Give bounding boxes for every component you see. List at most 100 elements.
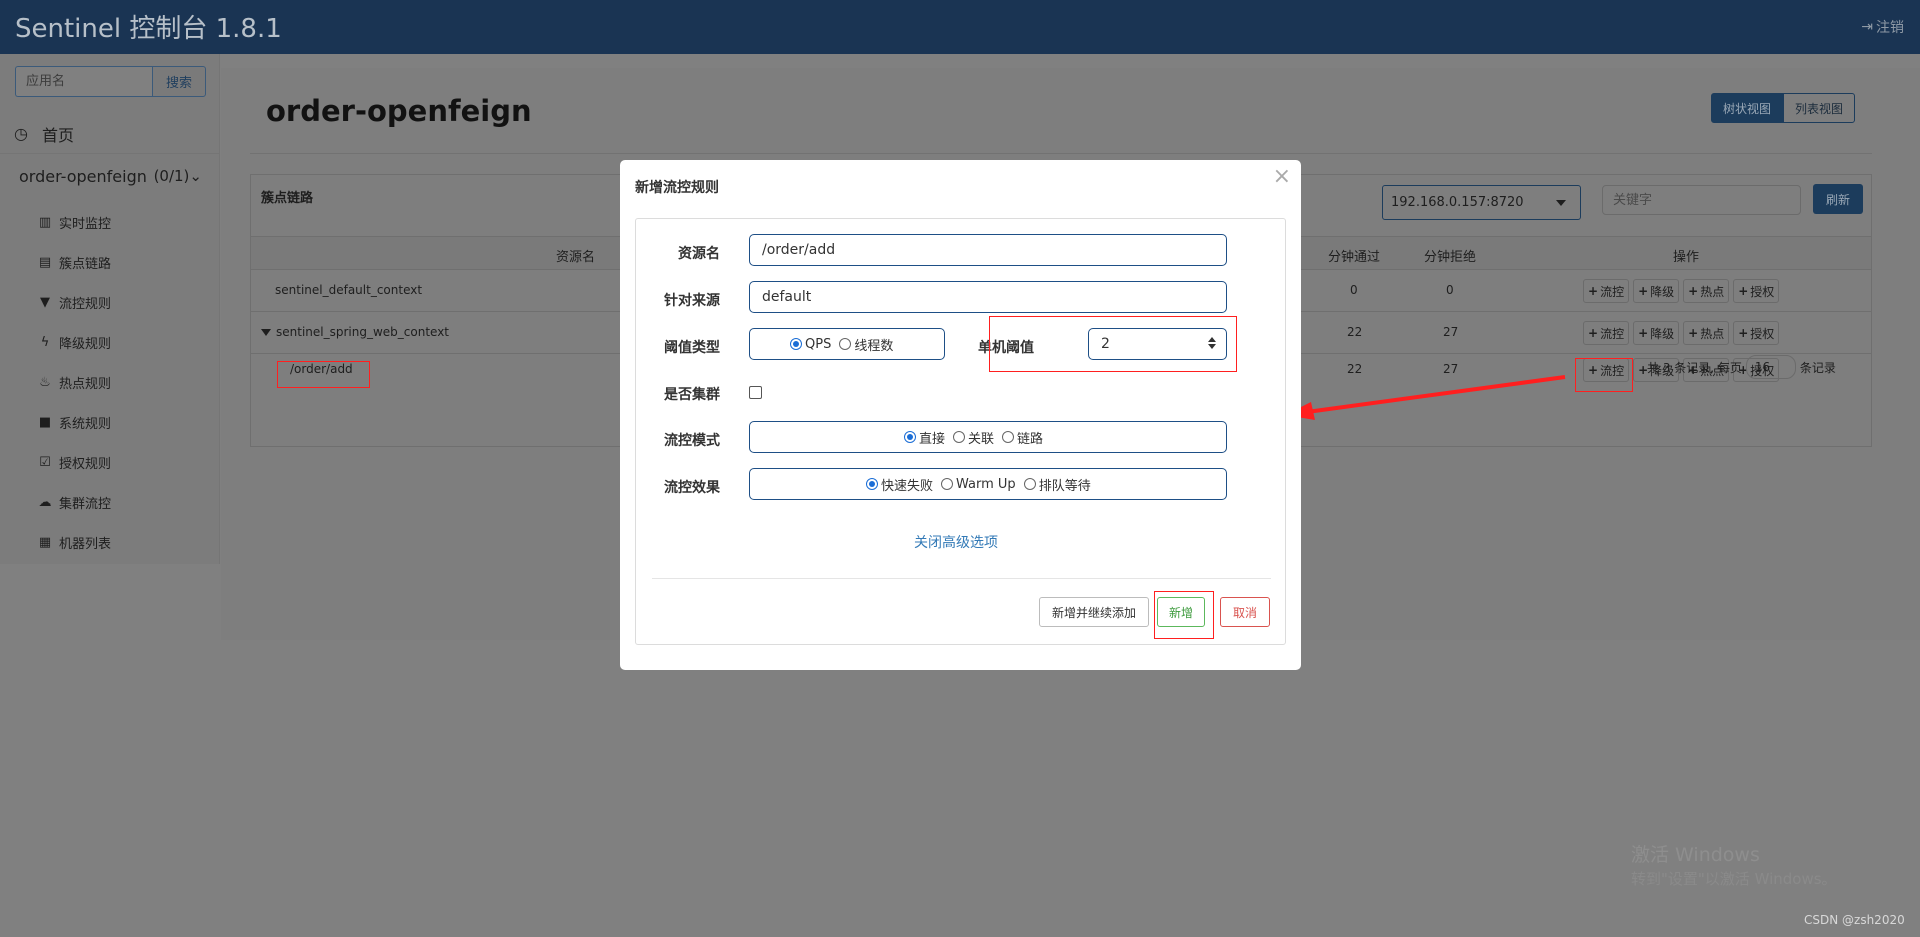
toggle-advanced-link[interactable]: 关闭高级选项 bbox=[914, 532, 998, 552]
sidebar-item-label: 降级规则 bbox=[59, 336, 112, 352]
sidebar-item-label: 集群流控 bbox=[59, 496, 112, 512]
keyword-input[interactable] bbox=[1602, 185, 1801, 215]
logout-link[interactable]: ⇥ 注销 bbox=[1861, 17, 1904, 37]
sidebar-item-degrade-rules[interactable]: ϟ 降级规则 bbox=[0, 322, 220, 362]
app-search-button[interactable]: 搜索 bbox=[152, 66, 206, 97]
sidebar-item-label: 授权规则 bbox=[59, 456, 112, 472]
add-and-continue-button[interactable]: 新增并继续添加 bbox=[1039, 597, 1149, 627]
sidebar-item-label: 机器列表 bbox=[59, 536, 112, 552]
chevron-down-icon: ⌄ bbox=[189, 167, 202, 185]
flow-effect-label: 流控效果 bbox=[664, 480, 720, 496]
sidebar-item-home[interactable]: ◷ 首页 bbox=[0, 114, 220, 154]
sidebar: 搜索 ◷ 首页 order-openfeign (0/1)⌄ ▥ 实时监控 ▤ 簇点… bbox=[0, 54, 220, 564]
radio-direct[interactable]: 直接 bbox=[904, 428, 945, 447]
annotation-box-add-button bbox=[1154, 591, 1214, 639]
flow-effect-group: 快速失败 Warm Up 排队等待 bbox=[749, 468, 1227, 500]
pager-prefix: 共 3 条记录, 每页 bbox=[1647, 360, 1742, 375]
fire-icon: ♨ bbox=[39, 374, 51, 390]
row-actions: + 流控 + 降级 + 热点 + 授权 bbox=[1583, 321, 1780, 345]
sidebar-item-label: 系统规则 bbox=[59, 416, 112, 432]
divider bbox=[250, 153, 1872, 154]
annotation-box-threshold bbox=[989, 316, 1237, 372]
flow-mode-label: 流控模式 bbox=[664, 433, 720, 449]
resource-name-input[interactable]: /order/add bbox=[749, 234, 1227, 266]
add-degrade-rule-button[interactable]: + 降级 bbox=[1633, 321, 1680, 345]
column-pass: 分钟通过 bbox=[1328, 250, 1381, 265]
refresh-button[interactable]: 刷新 bbox=[1813, 184, 1863, 214]
resource-label: 资源名 bbox=[678, 246, 720, 262]
sidebar-item-cluster-flow[interactable]: ☁ 集群流控 bbox=[0, 482, 220, 522]
sidebar-item-cluster-link[interactable]: ▤ 簇点链路 bbox=[0, 242, 220, 282]
block-count: 27 bbox=[1443, 325, 1459, 339]
sidebar-item-machines[interactable]: ▦ 机器列表 bbox=[0, 522, 220, 562]
add-hotspot-rule-button[interactable]: + 热点 bbox=[1683, 279, 1730, 303]
annotation-box-resource bbox=[277, 361, 370, 388]
column-resource: 资源名 bbox=[556, 250, 596, 265]
pagination: 共 3 条记录, 每页 16 条记录 bbox=[1647, 355, 1836, 379]
radio-chain[interactable]: 链路 bbox=[1002, 428, 1043, 447]
sidebar-item-realtime[interactable]: ▥ 实时监控 bbox=[0, 202, 220, 242]
windows-watermark-subtitle: 转到"设置"以激活 Windows。 bbox=[1631, 870, 1837, 888]
tree-view-button[interactable]: 树状视图 bbox=[1711, 93, 1784, 123]
cluster-mode-checkbox[interactable] bbox=[749, 386, 762, 399]
radio-queue[interactable]: 排队等待 bbox=[1023, 475, 1091, 494]
radio-fast-fail[interactable]: 快速失败 bbox=[866, 475, 933, 494]
machine-select[interactable]: 192.168.0.157:8720 bbox=[1382, 185, 1581, 220]
dialog-title: 新增流控规则 bbox=[635, 180, 719, 196]
pass-count: 22 bbox=[1347, 325, 1363, 339]
form-divider bbox=[652, 578, 1271, 579]
annotation-arrow-icon bbox=[1285, 375, 1566, 420]
sidebar-item-label: 流控规则 bbox=[59, 296, 112, 312]
panel-title: 簇点链路 bbox=[261, 191, 314, 206]
add-auth-rule-button[interactable]: + 授权 bbox=[1733, 321, 1780, 345]
column-block: 分钟拒绝 bbox=[1424, 250, 1477, 265]
radio-warm-up[interactable]: Warm Up bbox=[941, 477, 1016, 492]
radio-qps[interactable]: QPS bbox=[790, 337, 831, 352]
column-ops: 操作 bbox=[1673, 250, 1700, 265]
caret-down-icon bbox=[1556, 200, 1566, 206]
page-title: order-openfeign bbox=[266, 94, 532, 128]
source-label: 针对来源 bbox=[664, 293, 720, 309]
lock-icon: ■ bbox=[38, 414, 52, 430]
cancel-button[interactable]: 取消 bbox=[1220, 597, 1270, 627]
radio-associate[interactable]: 关联 bbox=[953, 428, 994, 447]
add-auth-rule-button[interactable]: + 授权 bbox=[1733, 279, 1780, 303]
windows-watermark-title: 激活 Windows bbox=[1631, 844, 1760, 866]
row-actions: + 流控 + 降级 + 热点 + 授权 bbox=[1583, 279, 1780, 303]
machine-select-value: 192.168.0.157:8720 bbox=[1391, 195, 1524, 210]
sidebar-app-order-openfeign[interactable]: order-openfeign (0/1)⌄ bbox=[0, 158, 220, 194]
app-machine-count: (0/1)⌄ bbox=[153, 167, 202, 185]
logout-label: 注销 bbox=[1876, 20, 1904, 36]
page-size-input[interactable]: 16 bbox=[1745, 355, 1796, 379]
bar-chart-icon: ▥ bbox=[38, 214, 52, 230]
add-hotspot-rule-button[interactable]: + 热点 bbox=[1683, 321, 1730, 345]
resource-name[interactable]: sentinel_spring_web_context bbox=[261, 325, 449, 339]
rule-form: 资源名 /order/add 针对来源 default 阈值类型 QPS 线程数… bbox=[635, 218, 1286, 645]
radio-threads[interactable]: 线程数 bbox=[839, 335, 893, 354]
add-flow-rule-button[interactable]: + 流控 bbox=[1583, 321, 1630, 345]
resource-name: sentinel_default_context bbox=[275, 283, 423, 297]
sidebar-item-hotspot-rules[interactable]: ♨ 热点规则 bbox=[0, 362, 220, 402]
flash-icon: ϟ bbox=[40, 334, 50, 350]
limit-app-input[interactable]: default bbox=[749, 281, 1227, 313]
block-count: 0 bbox=[1446, 283, 1454, 297]
app-search: 搜索 bbox=[15, 66, 206, 97]
add-degrade-rule-button[interactable]: + 降级 bbox=[1633, 279, 1680, 303]
dashboard-icon: ◷ bbox=[14, 124, 28, 143]
view-toggle: 树状视图 列表视图 bbox=[1711, 93, 1856, 123]
add-flow-rule-button[interactable]: + 流控 bbox=[1583, 279, 1630, 303]
threshold-type-label: 阈值类型 bbox=[664, 340, 720, 356]
cluster-label: 是否集群 bbox=[664, 387, 720, 403]
sidebar-item-flow-rules[interactable]: ▼ 流控规则 bbox=[0, 282, 220, 322]
sidebar-item-system-rules[interactable]: ■ 系统规则 bbox=[0, 402, 220, 442]
close-icon[interactable]: × bbox=[1273, 164, 1291, 189]
sidebar-item-auth-rules[interactable]: ☑ 授权规则 bbox=[0, 442, 220, 482]
app-name: order-openfeign bbox=[19, 166, 147, 186]
sidebar-item-label: 实时监控 bbox=[59, 216, 112, 232]
logout-icon: ⇥ bbox=[1861, 19, 1873, 35]
list-view-button[interactable]: 列表视图 bbox=[1783, 93, 1856, 123]
home-label: 首页 bbox=[41, 125, 74, 145]
app-search-input[interactable] bbox=[15, 66, 152, 97]
pass-count: 0 bbox=[1350, 283, 1358, 297]
cloud-icon: ☁ bbox=[38, 494, 52, 510]
